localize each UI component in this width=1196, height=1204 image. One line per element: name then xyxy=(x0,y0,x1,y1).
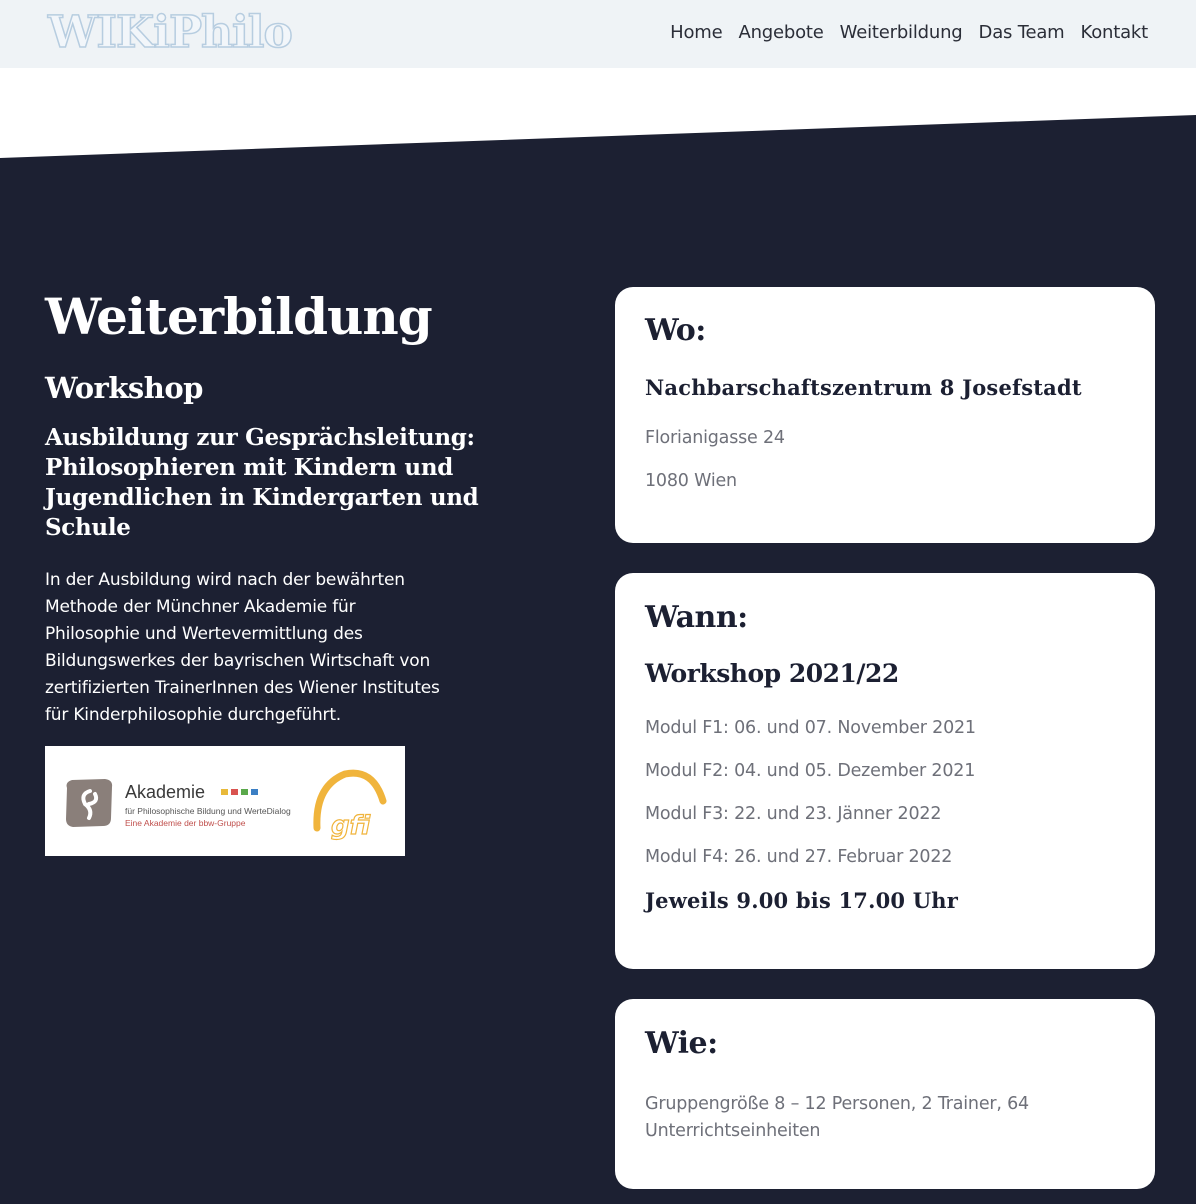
card-how-line: Gruppengröße 8 – 12 Personen, 2 Trainer,… xyxy=(645,1094,1029,1114)
page-title: Weiterbildung xyxy=(45,287,433,346)
course-heading-line: Philosophieren mit Kindern und xyxy=(45,454,454,481)
svg-text:Akademie: Akademie xyxy=(125,782,205,802)
card-where-title: Wo: xyxy=(645,313,706,348)
nav-home[interactable]: Home xyxy=(670,20,723,46)
module-item: Modul F1: 06. und 07. November 2021 xyxy=(645,718,976,738)
card-when-subtitle: Workshop 2021/22 xyxy=(645,659,899,688)
card-when-title: Wann: xyxy=(645,600,748,635)
main-nav: Home Angebote Weiterbildung Das Team Kon… xyxy=(670,20,1148,46)
description-line: Bildungswerkes der bayrischen Wirtschaft… xyxy=(45,651,431,671)
description-line: zertifizierten TrainerInnen des Wiener I… xyxy=(45,678,440,698)
card-where-street: Florianigasse 24 xyxy=(645,428,785,448)
description-line: für Kinderphilosophie durchgeführt. xyxy=(45,705,342,725)
card-how: Wie: Gruppengröße 8 – 12 Personen, 2 Tra… xyxy=(615,999,1155,1189)
site-header: WIKiPhilo Home Angebote Weiterbildung Da… xyxy=(0,0,1196,68)
partner-logo: Akademie für Philosophische Bildung und … xyxy=(45,746,405,856)
course-heading-line: Jugendlichen in Kindergarten und xyxy=(45,484,479,511)
intro-section: Weiterbildung Workshop Ausbildung zur Ge… xyxy=(45,282,495,856)
card-where-place: Nachbarschaftszentrum 8 Josefstadt xyxy=(645,375,1082,400)
svg-text:für Philosophische Bildung und: für Philosophische Bildung und WerteDial… xyxy=(125,806,291,816)
card-when-time: Jeweils 9.00 bis 17.00 Uhr xyxy=(645,888,958,913)
section-divider xyxy=(0,68,1196,158)
module-item: Modul F3: 22. und 23. Jänner 2022 xyxy=(645,804,942,824)
card-how-title: Wie: xyxy=(645,1026,718,1061)
course-heading: Ausbildung zur Gesprächsleitung: Philoso… xyxy=(45,423,495,543)
description-line: Philosophie und Wertevermittlung des xyxy=(45,624,363,644)
course-description: In der Ausbildung wird nach der bewährte… xyxy=(45,567,485,729)
card-how-text: Gruppengröße 8 – 12 Personen, 2 Trainer,… xyxy=(645,1091,1029,1145)
svg-text:Eine Akademie der bbw-Gruppe: Eine Akademie der bbw-Gruppe xyxy=(125,818,246,828)
section-subtitle: Workshop xyxy=(45,371,203,405)
module-item: Modul F4: 26. und 27. Februar 2022 xyxy=(645,847,953,867)
course-heading-line: Ausbildung zur Gesprächsleitung: xyxy=(45,424,475,451)
svg-text:gfi: gfi xyxy=(331,811,371,841)
description-line: In der Ausbildung wird nach der bewährte… xyxy=(45,570,405,590)
card-where-city: 1080 Wien xyxy=(645,471,737,491)
nav-kontakt[interactable]: Kontakt xyxy=(1081,20,1149,46)
module-item: Modul F2: 04. und 05. Dezember 2021 xyxy=(645,761,976,781)
site-logo[interactable]: WIKiPhilo xyxy=(47,6,293,60)
card-how-line: Unterrichtseinheiten xyxy=(645,1121,821,1141)
course-heading-line: Schule xyxy=(45,514,131,541)
card-where: Wo: Nachbarschaftszentrum 8 Josefstadt F… xyxy=(615,287,1155,543)
nav-weiterbildung[interactable]: Weiterbildung xyxy=(840,20,963,46)
card-when: Wann: Workshop 2021/22 Modul F1: 06. und… xyxy=(615,573,1155,969)
description-line: Methode der Münchner Akademie für xyxy=(45,597,356,617)
akademie-logo-icon: Akademie für Philosophische Bildung und … xyxy=(66,769,387,842)
nav-das-team[interactable]: Das Team xyxy=(979,20,1065,46)
nav-angebote[interactable]: Angebote xyxy=(738,20,823,46)
